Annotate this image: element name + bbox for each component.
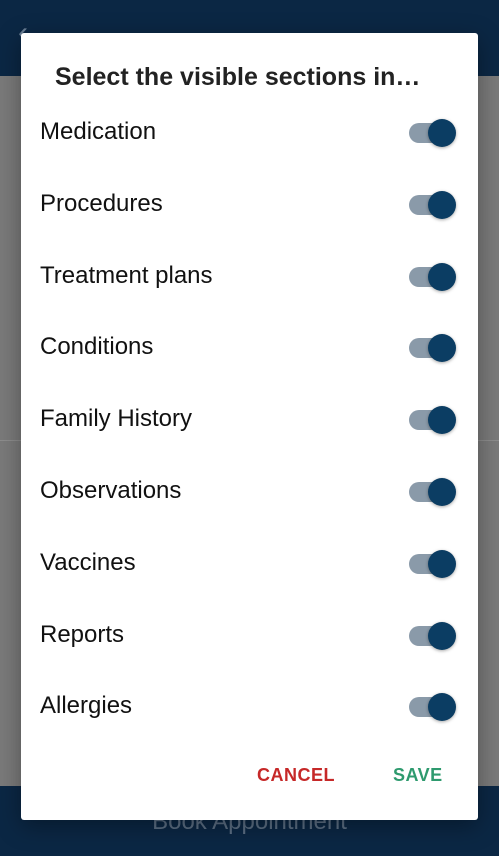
section-row-vaccines[interactable]: Vaccines bbox=[21, 526, 478, 598]
section-row-observations[interactable]: Observations bbox=[21, 454, 478, 526]
toggle-switch[interactable] bbox=[409, 693, 457, 722]
section-label: Family History bbox=[40, 405, 193, 433]
section-row-conditions[interactable]: Conditions bbox=[21, 310, 478, 382]
section-row-medication[interactable]: Medication bbox=[21, 95, 478, 167]
visible-sections-dialog: Select the visible sections in… Medicati… bbox=[21, 33, 478, 820]
switch-thumb bbox=[428, 549, 456, 578]
section-row-family-history[interactable]: Family History bbox=[21, 382, 478, 454]
section-row-procedures[interactable]: Procedures bbox=[21, 167, 478, 239]
switch-thumb bbox=[428, 693, 456, 722]
switch-thumb bbox=[428, 119, 456, 147]
toggle-switch[interactable] bbox=[409, 477, 457, 506]
section-label: Vaccines bbox=[40, 548, 136, 576]
section-label: Observations bbox=[40, 476, 182, 504]
switch-thumb bbox=[428, 477, 456, 506]
switch-thumb bbox=[428, 262, 456, 291]
cancel-button[interactable]: CANCEL bbox=[257, 765, 335, 786]
toggle-switch[interactable] bbox=[409, 190, 457, 219]
toggle-switch[interactable] bbox=[409, 406, 457, 435]
toggle-switch[interactable] bbox=[409, 119, 457, 147]
section-row-reports[interactable]: Reports bbox=[21, 598, 478, 670]
save-button[interactable]: SAVE bbox=[393, 765, 443, 786]
section-label: Treatment plans bbox=[40, 261, 213, 289]
section-label: Reports bbox=[40, 620, 125, 648]
toggle-switch[interactable] bbox=[409, 262, 457, 291]
switch-thumb bbox=[428, 621, 456, 650]
app-screen: ‹ … Book Appointment Select the visible … bbox=[0, 0, 499, 856]
switch-thumb bbox=[428, 406, 456, 435]
toggle-switch[interactable] bbox=[409, 334, 457, 363]
section-label: Allergies bbox=[40, 692, 133, 720]
switch-thumb bbox=[428, 190, 456, 219]
dialog-title: Select the visible sections in… bbox=[55, 63, 421, 91]
section-row-allergies[interactable]: Allergies bbox=[21, 669, 478, 741]
sections-list: Medication Procedures Treatment plans Co… bbox=[21, 95, 478, 741]
section-row-treatment-plans[interactable]: Treatment plans bbox=[21, 239, 478, 311]
section-label: Medication bbox=[40, 118, 157, 145]
toggle-switch[interactable] bbox=[409, 621, 457, 650]
section-label: Conditions bbox=[40, 333, 154, 361]
section-label: Procedures bbox=[40, 189, 163, 217]
dialog-actions: CANCEL SAVE bbox=[21, 763, 478, 793]
switch-thumb bbox=[428, 334, 456, 363]
toggle-switch[interactable] bbox=[409, 549, 457, 578]
